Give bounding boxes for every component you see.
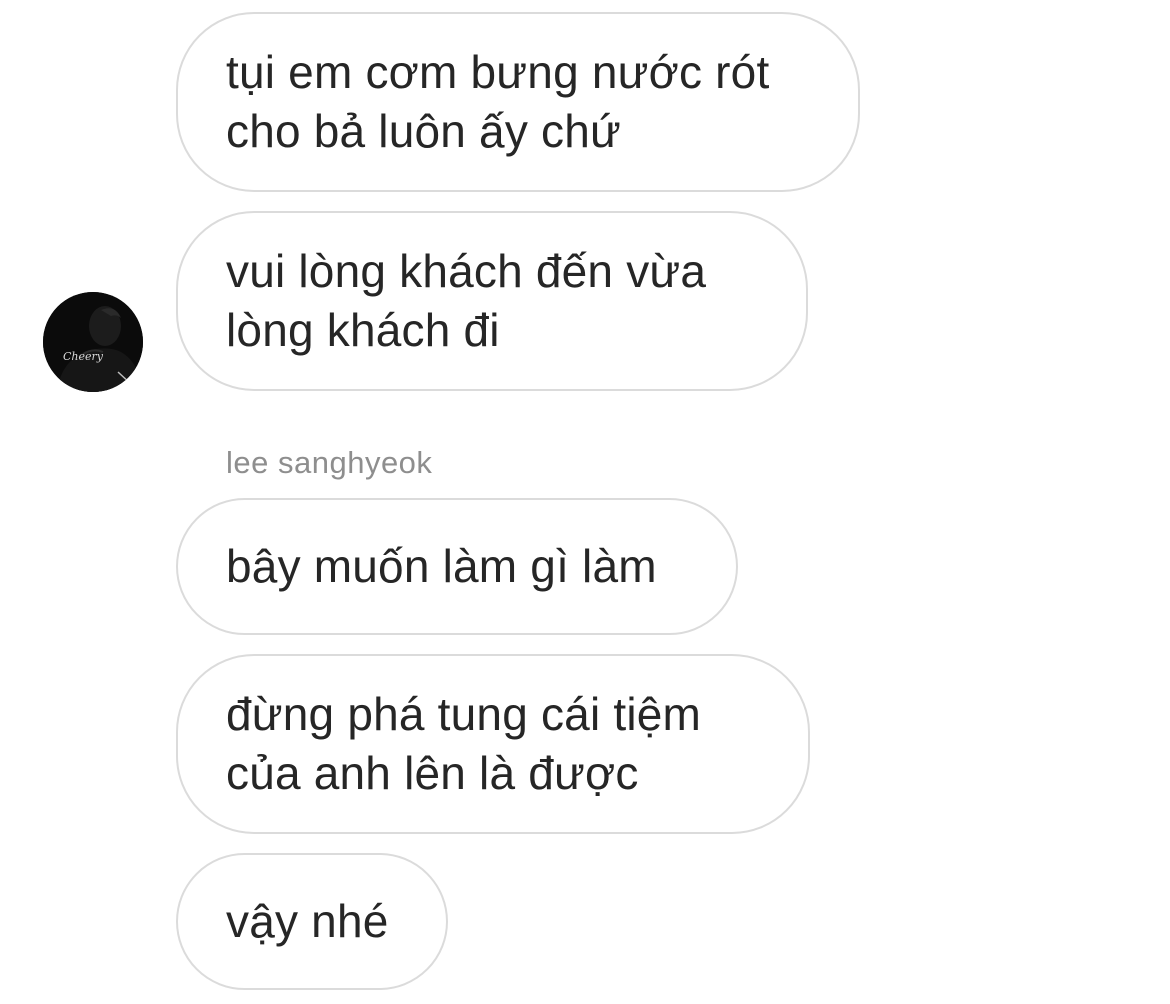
- message-bubble[interactable]: bây muốn làm gì làm: [176, 498, 738, 635]
- message-text: vậy nhé: [226, 895, 389, 947]
- message-bubble[interactable]: vậy nhé: [176, 853, 448, 990]
- message-bubble[interactable]: vui lòng khách đến vừa lòng khách đi: [176, 211, 808, 391]
- sender-avatar[interactable]: Cheery: [43, 292, 143, 392]
- avatar-photo-icon: Cheery: [43, 292, 143, 392]
- message-text: bây muốn làm gì làm: [226, 540, 657, 592]
- message-bubble[interactable]: đừng phá tung cái tiệm của anh lên là đư…: [176, 654, 810, 834]
- message-bubble[interactable]: tụi em cơm bưng nước rót cho bả luôn ấy …: [176, 12, 860, 192]
- message-text: vui lòng khách đến vừa lòng khách đi: [226, 245, 707, 356]
- svg-text:Cheery: Cheery: [63, 350, 104, 363]
- message-text: đừng phá tung cái tiệm của anh lên là đư…: [226, 688, 702, 799]
- message-text: tụi em cơm bưng nước rót cho bả luôn ấy …: [226, 46, 770, 157]
- sender-name: lee sanghyeok: [226, 445, 433, 480]
